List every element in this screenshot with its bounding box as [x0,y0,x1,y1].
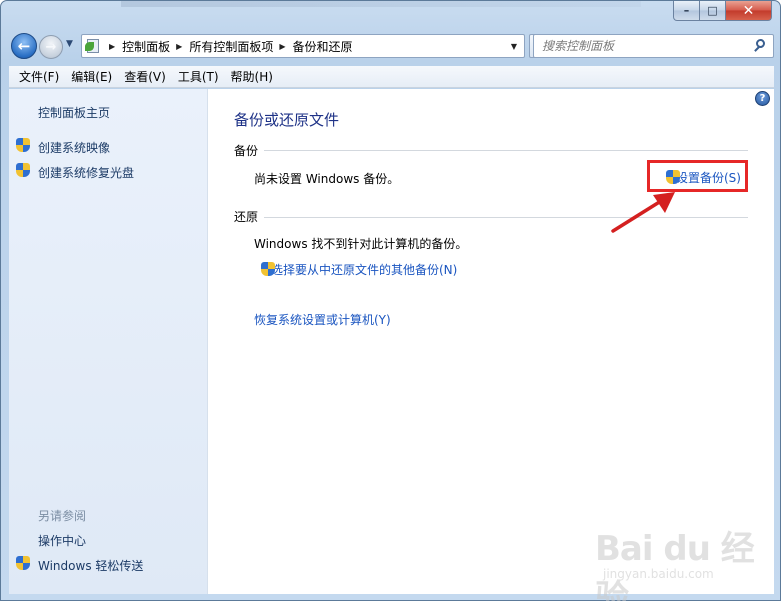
search-icon[interactable] [752,38,768,54]
sidebar: 控制面板主页 创建系统映像 创建系统修复光盘 另请参阅 操作中心 Windows… [9,89,208,594]
section-divider [264,150,748,151]
watermark-url: jingyan.baidu.com [603,567,714,581]
sidebar-control-panel-home[interactable]: 控制面板主页 [38,104,110,121]
sidebar-windows-easy-transfer[interactable]: Windows 轻松传送 [38,557,143,574]
page-title: 备份或还原文件 [234,111,340,129]
menu-view[interactable]: 查看(V) [118,66,172,88]
breadcrumb-separator[interactable]: ▶ [176,42,182,51]
explorer-window: – □ ✕ ← → ▼ ▶ 控制面板 ▶ 所有控制面板项 ▶ 备份和还原 ▼ ⟳… [0,0,781,601]
select-other-backup-label[interactable]: 选择要从中还原文件的其他备份(N) [271,261,457,278]
menu-file[interactable]: 文件(F) [13,66,65,88]
control-panel-icon [85,38,103,54]
back-button[interactable]: ← [11,33,37,59]
caption-buttons: – □ ✕ [673,1,772,21]
search-input[interactable] [534,39,752,53]
uac-shield-icon [16,163,31,179]
address-bar[interactable]: ▶ 控制面板 ▶ 所有控制面板项 ▶ 备份和还原 ▼ [81,34,525,58]
uac-shield-icon [16,556,31,572]
maximize-button[interactable]: □ [700,1,726,21]
uac-shield-icon [261,261,276,278]
navigation-bar: ← → ▼ ▶ 控制面板 ▶ 所有控制面板项 ▶ 备份和还原 ▼ ⟳ [9,31,774,61]
blurred-titlebar-content [121,1,641,7]
breadcrumb-backup-restore[interactable]: 备份和还原 [293,38,353,55]
sidebar-action-center[interactable]: 操作中心 [38,532,86,549]
menu-bar: 文件(F) 编辑(E) 查看(V) 工具(T) 帮助(H) [9,66,774,88]
breadcrumb-separator[interactable]: ▶ [109,42,115,51]
recent-pages-dropdown[interactable]: ▼ [66,39,73,49]
address-dropdown-icon[interactable]: ▼ [511,42,517,51]
backup-section-header: 备份 [234,144,259,158]
breadcrumb-control-panel[interactable]: 控制面板 [122,38,170,55]
breadcrumb-all-items[interactable]: 所有控制面板项 [189,38,273,55]
restore-section-header: 还原 [234,210,259,224]
restore-status-text: Windows 找不到针对此计算机的备份。 [254,237,468,251]
menu-edit[interactable]: 编辑(E) [65,66,118,88]
see-also-heading: 另请参阅 [38,509,87,523]
search-box[interactable] [533,34,774,58]
help-icon[interactable]: ? [755,91,770,106]
content-area: 控制面板主页 创建系统映像 创建系统修复光盘 另请参阅 操作中心 Windows… [9,89,774,594]
sidebar-create-repair-disc[interactable]: 创建系统修复光盘 [38,164,134,181]
sidebar-create-system-image[interactable]: 创建系统映像 [38,139,110,156]
watermark-logo: Bai du 经验 [595,529,755,601]
select-other-backup-link[interactable]: 选择要从中还原文件的其他备份(N) [254,261,457,278]
menu-tools[interactable]: 工具(T) [172,66,225,88]
breadcrumb-separator[interactable]: ▶ [279,42,285,51]
main-panel: ? 备份或还原文件 备份 尚未设置 Windows 备份。 设置备份(S) 还原… [209,89,774,594]
backup-status-text: 尚未设置 Windows 备份。 [254,172,400,186]
forward-button[interactable]: → [39,35,63,59]
recover-system-link[interactable]: 恢复系统设置或计算机(Y) [254,311,391,328]
red-arrow-annotation [611,192,675,233]
uac-shield-icon [16,138,31,154]
close-button[interactable]: ✕ [726,1,772,21]
minimize-button[interactable]: – [673,1,700,21]
menu-help[interactable]: 帮助(H) [225,66,279,88]
baidu-watermark: Bai du 经验 jingyan.baidu.com [591,521,771,601]
